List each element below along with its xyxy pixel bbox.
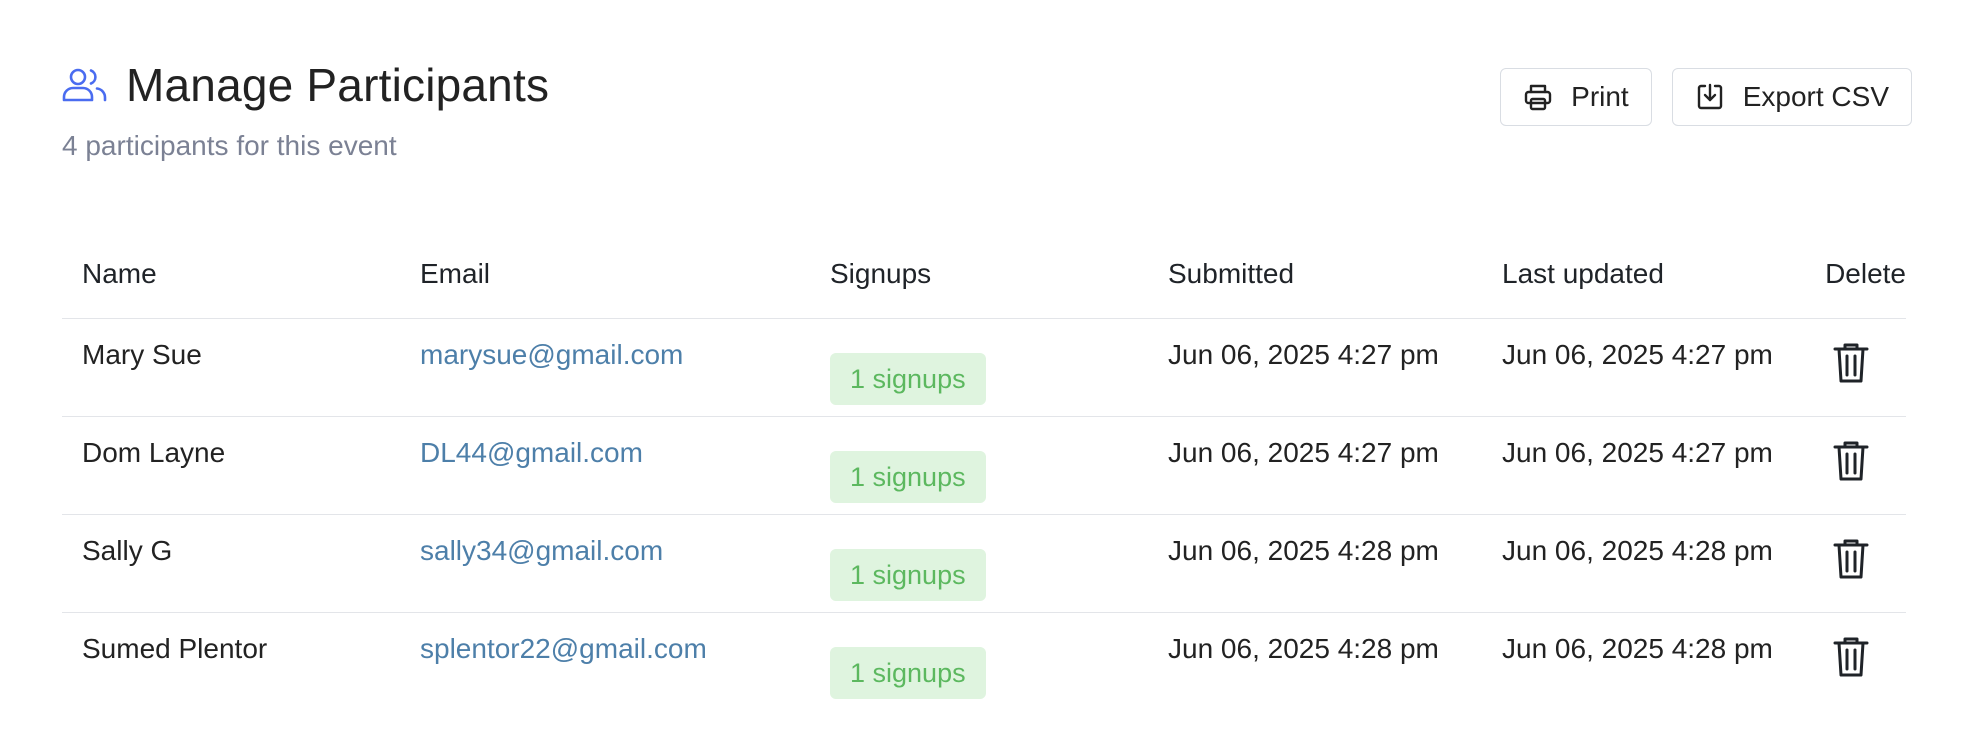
- trash-icon[interactable]: [1832, 635, 1870, 679]
- participant-email-link[interactable]: splentor22@gmail.com: [420, 633, 707, 664]
- last-updated-date: Jun 06, 2025 4:28 pm: [1482, 514, 1796, 613]
- participant-email-link[interactable]: marysue@gmail.com: [420, 339, 683, 370]
- print-button[interactable]: Print: [1500, 68, 1652, 126]
- print-button-label: Print: [1571, 81, 1629, 112]
- trash-icon[interactable]: [1832, 341, 1870, 385]
- table-row: Dom Layne DL44@gmail.com 1 signups Jun 0…: [62, 416, 1906, 515]
- page-title: Manage Participants: [126, 59, 550, 111]
- submitted-date: Jun 06, 2025 4:27 pm: [1148, 318, 1482, 417]
- column-header-submitted: Submitted: [1148, 230, 1482, 319]
- last-updated-date: Jun 06, 2025 4:27 pm: [1482, 416, 1796, 515]
- signups-badge: 1 signups: [830, 353, 986, 406]
- column-header-delete: Delete: [1796, 230, 1906, 319]
- submitted-date: Jun 06, 2025 4:28 pm: [1148, 514, 1482, 613]
- participant-count: 4 participants for this event: [62, 130, 397, 161]
- last-updated-date: Jun 06, 2025 4:27 pm: [1482, 318, 1796, 417]
- submitted-date: Jun 06, 2025 4:27 pm: [1148, 416, 1482, 515]
- column-header-signups: Signups: [810, 230, 1148, 319]
- printer-icon: [1523, 82, 1553, 112]
- header-actions: Print Export CSV: [1500, 68, 1912, 126]
- trash-icon[interactable]: [1832, 537, 1870, 581]
- participant-email-link[interactable]: DL44@gmail.com: [420, 437, 643, 468]
- download-icon: [1695, 82, 1725, 112]
- title-block: Manage Participants 4 participants for t…: [62, 62, 549, 162]
- column-header-last-updated: Last updated: [1482, 230, 1796, 319]
- last-updated-date: Jun 06, 2025 4:28 pm: [1502, 633, 1773, 664]
- table-row: Sally G sally34@gmail.com 1 signups Jun …: [62, 514, 1906, 613]
- page-header: Manage Participants 4 participants for t…: [62, 62, 1912, 202]
- title-row: Manage Participants: [62, 62, 549, 108]
- participant-email-link[interactable]: sally34@gmail.com: [420, 535, 663, 566]
- participants-page: Manage Participants 4 participants for t…: [62, 62, 1912, 711]
- signups-badge: 1 signups: [830, 549, 986, 602]
- table-row: Mary Sue marysue@gmail.com 1 signups Jun…: [62, 318, 1906, 417]
- participant-name: Sumed Plentor: [82, 633, 268, 664]
- signups-badge: 1 signups: [830, 647, 986, 700]
- participant-name: Mary Sue: [62, 318, 400, 417]
- column-header-email: Email: [400, 230, 810, 319]
- export-button-label: Export CSV: [1742, 81, 1889, 112]
- trash-icon[interactable]: [1832, 439, 1870, 483]
- participant-name: Dom Layne: [62, 416, 400, 515]
- table-row: Sumed Plentor splentor22@gmail.com 1 sig…: [62, 613, 1906, 711]
- submitted-date: Jun 06, 2025 4:28 pm: [1168, 633, 1439, 664]
- users-icon: [62, 65, 108, 105]
- table-header-row: Name Email Signups Submitted Last update…: [62, 230, 1906, 319]
- column-header-name: Name: [62, 230, 400, 319]
- export-csv-button[interactable]: Export CSV: [1671, 68, 1912, 126]
- participant-name: Sally G: [62, 514, 400, 613]
- signups-badge: 1 signups: [830, 451, 986, 504]
- participants-table: Name Email Signups Submitted Last update…: [62, 230, 1906, 711]
